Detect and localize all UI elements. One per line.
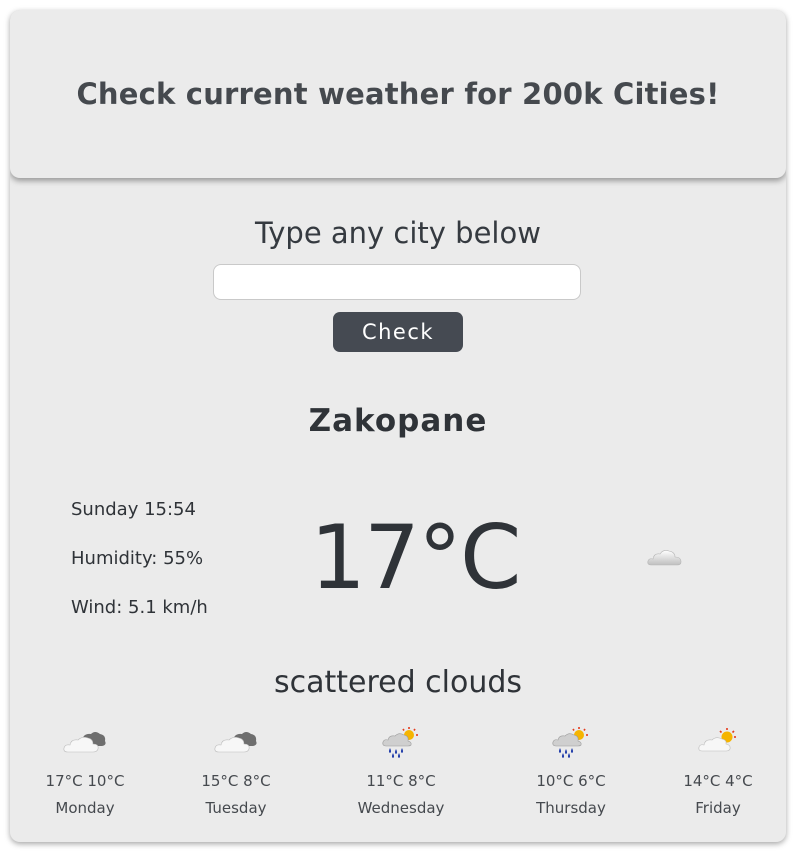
city-name: Zakopane (308, 403, 488, 439)
rain-sun-icon (501, 724, 641, 760)
cloudy-icon (166, 724, 306, 760)
rain-sun-icon (331, 724, 471, 760)
search-prompt: Type any city below (255, 216, 541, 250)
forecast-day-name: Thursday (536, 799, 606, 817)
check-button[interactable]: Check (333, 312, 463, 352)
forecast-temps: 10°C 6°C (536, 772, 606, 790)
current-temperature: 17°C (310, 506, 521, 609)
forecast-day: 11°C 8°C Wednesday (331, 724, 471, 817)
forecast-day-name: Friday (695, 799, 741, 817)
forecast-day: 15°C 8°C Tuesday (166, 724, 306, 817)
forecast-day: 17°C 10°C Monday (15, 724, 155, 817)
sun-cloud-icon (648, 724, 786, 760)
cloud-icon (647, 546, 683, 572)
wind: Wind: 5.1 km/h (71, 597, 208, 618)
cloudy-icon (15, 724, 155, 760)
forecast-temps: 11°C 8°C (366, 772, 436, 790)
weather-description: scattered clouds (273, 665, 523, 700)
forecast-day: 14°C 4°C Friday (648, 724, 786, 817)
forecast-day-name: Monday (55, 799, 115, 817)
forecast-temps: 15°C 8°C (201, 772, 271, 790)
forecast-temps: 14°C 4°C (683, 772, 753, 790)
datetime: Sunday 15:54 (71, 499, 196, 520)
forecast-temps: 17°C 10°C (45, 772, 125, 790)
forecast-day: 10°C 6°C Thursday (501, 724, 641, 817)
page-title: Check current weather for 200k Cities! (76, 77, 720, 111)
current-details: Sunday 15:54 Humidity: 55% Wind: 5.1 km/… (71, 498, 208, 645)
weather-card: Check current weather for 200k Cities! T… (10, 10, 786, 842)
forecast-day-name: Tuesday (205, 799, 267, 817)
humidity: Humidity: 55% (71, 548, 204, 569)
header: Check current weather for 200k Cities! (10, 10, 786, 178)
city-search-input[interactable] (213, 264, 581, 300)
forecast-day-name: Wednesday (357, 799, 445, 817)
